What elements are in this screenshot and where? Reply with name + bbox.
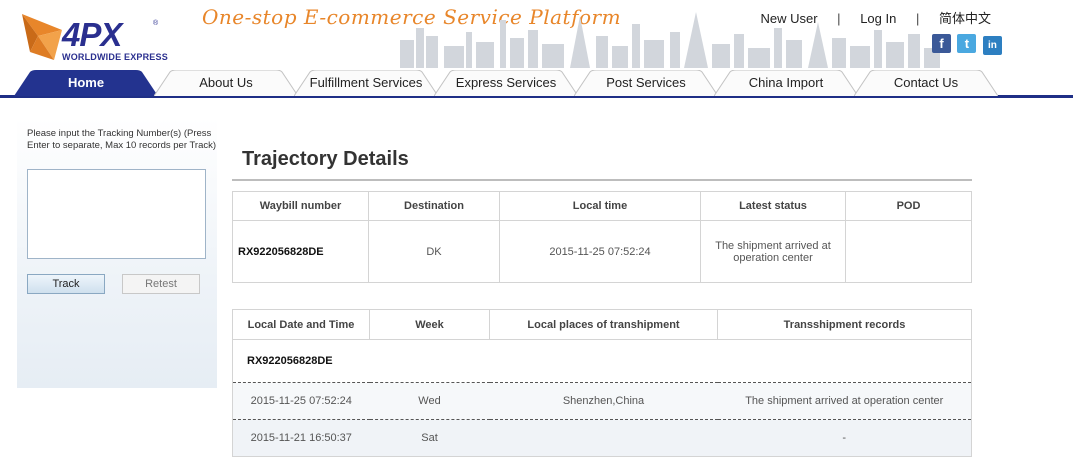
tracking-sidebar: Please input the Tracking Number(s) (Pre… xyxy=(17,118,217,388)
top-links-separator: | xyxy=(915,11,920,26)
track-button[interactable]: Track xyxy=(27,274,105,294)
tracking-hint: Please input the Tracking Number(s) (Pre… xyxy=(27,128,217,151)
tab-label: Home xyxy=(67,75,105,90)
pod xyxy=(845,220,972,283)
details-header-row: Local Date and Time Week Local places of… xyxy=(232,309,972,340)
waybill-number: RX922056828DE xyxy=(232,220,369,283)
destination: DK xyxy=(368,220,500,283)
tracking-number-input[interactable] xyxy=(27,169,206,259)
linkedin-icon[interactable]: in xyxy=(982,36,1002,55)
summary-header-row: Waybill number Destination Local time La… xyxy=(232,191,972,221)
site-header: 4PX ® WORLDWIDE EXPRESS One-stop E-comme… xyxy=(0,0,1073,70)
col-transhipment-place: Local places of transhipment xyxy=(489,309,718,340)
tab-contact-us[interactable]: Contact Us xyxy=(854,70,998,96)
retest-button[interactable]: Retest xyxy=(122,274,200,294)
facebook-icon[interactable]: f xyxy=(932,34,951,53)
details-table: Local Date and Time Week Local places of… xyxy=(232,309,972,457)
col-waybill-number: Waybill number xyxy=(232,191,369,221)
table-row: RX922056828DE DK 2015-11-25 07:52:24 The… xyxy=(232,220,972,283)
table-row: 2015-11-21 16:50:37 Sat - xyxy=(232,419,972,457)
event-record: The shipment arrived at operation center xyxy=(717,382,972,420)
tab-express-services[interactable]: Express Services xyxy=(434,70,578,96)
event-datetime: 2015-11-25 07:52:24 xyxy=(232,382,370,420)
col-local-date-time: Local Date and Time xyxy=(232,309,370,340)
logo-text: 4PX xyxy=(62,16,122,53)
details-waybill-number: RX922056828DE xyxy=(232,339,972,383)
tab-label: Post Services xyxy=(606,75,686,90)
top-links: New User | Log In | 简体中文 xyxy=(760,8,991,27)
new-user-link[interactable]: New User xyxy=(760,11,817,26)
tab-post-services[interactable]: Post Services xyxy=(574,70,718,96)
event-week: Sat xyxy=(369,419,490,457)
col-latest-status: Latest status xyxy=(700,191,846,221)
tab-home[interactable]: Home xyxy=(14,70,158,96)
event-place xyxy=(489,419,718,457)
tab-label: Contact Us xyxy=(893,75,959,90)
main-nav: Home About Us Fulfillment Services Expre… xyxy=(0,68,1073,98)
logo-registered-mark: ® xyxy=(153,20,159,27)
top-links-separator: | xyxy=(837,11,841,26)
col-pod: POD xyxy=(845,191,972,221)
tab-china-import[interactable]: China Import xyxy=(714,70,858,96)
event-week: Wed xyxy=(369,382,490,420)
tab-label: About Us xyxy=(199,75,253,90)
log-in-link[interactable]: Log In xyxy=(860,11,896,26)
logo[interactable]: 4PX ® WORLDWIDE EXPRESS xyxy=(18,8,168,64)
col-week: Week xyxy=(369,309,490,340)
col-transshipment-records: Transshipment records xyxy=(717,309,972,340)
social-links: f t in xyxy=(932,34,1004,55)
summary-table: Waybill number Destination Local time La… xyxy=(232,191,972,283)
tab-label: Express Services xyxy=(455,75,557,90)
tab-about-us[interactable]: About Us xyxy=(154,70,298,96)
tab-label: China Import xyxy=(748,75,824,90)
col-local-time: Local time xyxy=(499,191,701,221)
logo-subtitle: WORLDWIDE EXPRESS xyxy=(62,52,168,62)
title-divider xyxy=(232,179,972,181)
event-record: - xyxy=(717,419,972,457)
local-time: 2015-11-25 07:52:24 xyxy=(499,220,701,283)
tab-label: Fulfillment Services xyxy=(309,75,423,90)
page-title: Trajectory Details xyxy=(242,148,409,170)
event-datetime: 2015-11-21 16:50:37 xyxy=(232,419,370,457)
latest-status: The shipment arrived at operation center xyxy=(700,220,846,283)
event-place: Shenzhen,China xyxy=(489,382,718,420)
tab-fulfillment-services[interactable]: Fulfillment Services xyxy=(294,70,438,96)
table-row: 2015-11-25 07:52:24 Wed Shenzhen,China T… xyxy=(232,382,972,420)
twitter-icon[interactable]: t xyxy=(957,34,977,53)
details-waybill-row: RX922056828DE xyxy=(232,339,972,383)
col-destination: Destination xyxy=(368,191,500,221)
language-link[interactable]: 简体中文 xyxy=(939,8,991,27)
